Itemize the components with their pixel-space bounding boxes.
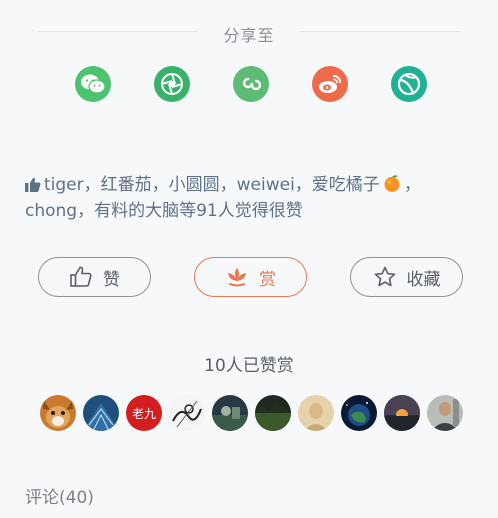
reward-count: 10人已赞赏: [204, 356, 294, 376]
weibo-icon: [319, 75, 341, 93]
star-outline-icon: [374, 266, 395, 287]
avatar[interactable]: [212, 395, 248, 431]
compass-icon: [397, 72, 421, 96]
wechat-share-button[interactable]: [75, 66, 111, 102]
comments-header[interactable]: 评论(40): [25, 483, 94, 508]
other-share-button[interactable]: [391, 66, 427, 102]
avatar[interactable]: [427, 395, 463, 431]
avatar[interactable]: [384, 395, 420, 431]
reward-label: 赏: [259, 269, 276, 290]
likers-summary: tiger，红番茄，小圆圆，weiwei，爱吃橘子 ， chong，有料的大脑等…: [25, 172, 470, 224]
wechat-icon: [81, 74, 106, 94]
likers-comma: ，: [403, 175, 421, 195]
moments-icon: [161, 73, 183, 95]
avatar[interactable]: [298, 395, 334, 431]
avatar[interactable]: [169, 395, 205, 431]
likers-line2[interactable]: chong，有料的大脑等91人觉得很赞: [25, 201, 303, 221]
thumbs-up-icon: [25, 177, 41, 192]
rewarder-avatars: 老九: [40, 395, 463, 431]
reward-button[interactable]: 赏: [194, 257, 307, 297]
moments-share-button[interactable]: [154, 66, 190, 102]
avatar[interactable]: [255, 395, 291, 431]
orange-emoji-icon: [384, 175, 400, 192]
weibo-share-button[interactable]: [312, 66, 348, 102]
share-header: 分享至: [0, 20, 498, 46]
collect-button[interactable]: 收藏: [350, 257, 463, 297]
collect-label: 收藏: [406, 269, 441, 290]
like-label: 赞: [103, 269, 120, 290]
share-title: 分享至: [223, 26, 275, 45]
lotus-icon: [228, 268, 246, 287]
mini-program-icon: [242, 77, 262, 91]
like-button[interactable]: 赞: [38, 257, 151, 297]
avatar[interactable]: [341, 395, 377, 431]
likers-names[interactable]: tiger，红番茄，小圆圆，weiwei，爱吃橘子: [44, 175, 380, 195]
avatar-text: 老九: [131, 406, 156, 421]
divider-right: [300, 31, 460, 32]
thumbs-up-outline-icon: [70, 266, 92, 287]
avatar[interactable]: 老九: [126, 395, 162, 431]
avatar[interactable]: [83, 395, 119, 431]
avatar[interactable]: [40, 395, 76, 431]
mini-program-share-button[interactable]: [233, 66, 269, 102]
